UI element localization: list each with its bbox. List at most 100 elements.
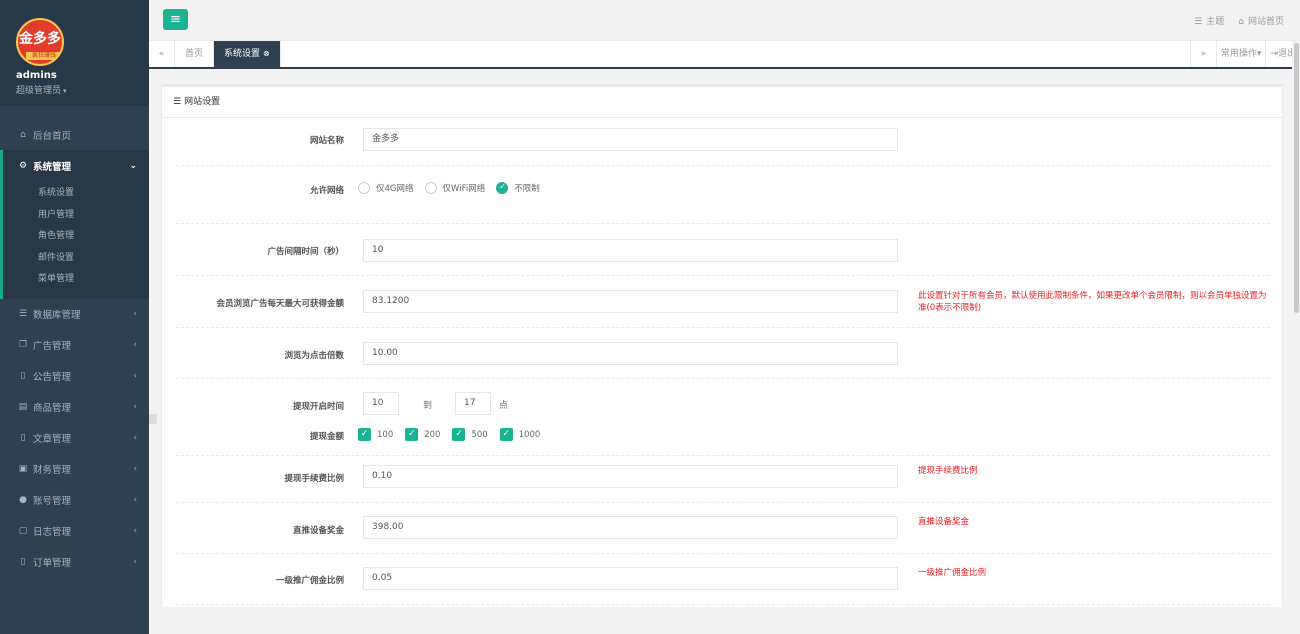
site-name-label: 网站名称: [309, 136, 344, 146]
chevron-left-icon: ‹: [133, 526, 137, 536]
commission-input[interactable]: 0.05: [363, 567, 898, 590]
ad-interval-label: 广告间隔时间（秒）: [267, 247, 344, 257]
tab-home-label: 首页: [185, 49, 204, 59]
sidebar-subnav: 系统设置 用户管理 角色管理 邮件设置 菜单管理: [3, 181, 149, 299]
tab-system-settings[interactable]: 系统设置 ⊗: [214, 41, 281, 67]
network-radio-wifi[interactable]: 仅WiFi网络: [424, 182, 485, 194]
withdraw-amount-checkbox-1000[interactable]: ✓ 1000: [499, 428, 541, 441]
max-earn-input[interactable]: 83.1200: [363, 290, 898, 313]
scrollbar-thumb[interactable]: [1294, 43, 1299, 313]
sidebar-group-system: ⚙ 系统管理 ⌄ 系统设置 用户管理 角色管理 邮件设置 菜单管理: [0, 150, 149, 299]
sidebar-subitem-menus[interactable]: 菜单管理: [3, 269, 149, 291]
list-icon: ☰: [173, 97, 182, 107]
sidebar-item-label: 商品管理: [33, 403, 72, 414]
sidebar-item-label: 文章管理: [33, 434, 72, 445]
chevron-left-icon: ‹: [133, 340, 137, 350]
sidebar-item-label: 账号管理: [33, 496, 72, 507]
calendar-icon: ▢: [18, 526, 28, 536]
sidebar-item-label: 公告管理: [33, 372, 72, 383]
user-role-dropdown[interactable]: 超级管理员 ▾: [16, 83, 149, 96]
checkbox-label: 1000: [518, 429, 541, 440]
sidebar-item-logs[interactable]: ▢ 日志管理 ‹: [0, 516, 149, 547]
page-scrollbar[interactable]: [1292, 41, 1300, 607]
logo-band: 疯狂赚钱: [26, 52, 62, 60]
form-row-commission: 一级推广佣金比例 0.05 一级推广佣金比例: [176, 554, 1270, 605]
sidebar-item-label: 系统管理: [33, 161, 72, 173]
home-icon: ⌂: [20, 129, 26, 140]
sidebar-item-label: 订单管理: [33, 558, 72, 569]
max-earn-hint: 此设置针对于所有会员，默认使用此限制条件，如果更改单个会员限制，则以会员单独设置…: [918, 291, 1267, 313]
form-row-click-multiple: 浏览为点击倍数 10.00: [176, 328, 1270, 379]
form-row-withdraw: 提现开启时间 10 到 17 点 提现金额 ✓ 100 ✓ 200 ✓ 500 ✓ 10…: [176, 379, 1270, 456]
tab-home[interactable]: 首页: [175, 41, 215, 67]
sidebar-item-system[interactable]: ⚙ 系统管理 ⌄: [3, 150, 149, 181]
sidebar-item-orders[interactable]: ▯ 订单管理 ‹: [0, 547, 149, 578]
sidebar-item-goods[interactable]: ▤ 商品管理 ‹: [0, 392, 149, 423]
archive-icon: ▤: [18, 402, 28, 412]
avatar[interactable]: 金多多 疯狂赚钱: [16, 18, 64, 66]
chevron-left-icon: ‹: [133, 557, 137, 567]
common-ops-label: 常用操作: [1220, 49, 1257, 59]
checkbox-checked-icon: ✓: [405, 428, 419, 441]
sidebar-item-database[interactable]: ☰ 数据库管理 ‹: [0, 299, 149, 330]
fee-ratio-input[interactable]: 0.10: [363, 465, 898, 488]
checkbox-label: 500: [471, 429, 488, 440]
withdraw-amount-checkbox-100[interactable]: ✓ 100: [358, 428, 393, 441]
site-home-link[interactable]: ⌂ 网站首页: [1238, 14, 1284, 27]
tab-scroll-left-button[interactable]: «: [149, 41, 175, 67]
withdraw-to-text: 到: [423, 401, 433, 411]
sidebar-subitem-mail[interactable]: 邮件设置: [3, 248, 149, 270]
sign-out-icon: ⇥: [1270, 49, 1278, 59]
withdraw-amount-checkbox-500[interactable]: ✓ 500: [452, 428, 488, 441]
sidebar-item-notice[interactable]: ▯ 公告管理 ‹: [0, 361, 149, 392]
topbar: ≡ ☰ 主题 ⌂ 网站首页: [149, 0, 1300, 41]
sidebar-resize-handle[interactable]: [149, 414, 157, 424]
sidebar-item-ads[interactable]: ❐ 广告管理 ‹: [0, 330, 149, 361]
file-icon: ▯: [20, 371, 26, 381]
sidebar-subitem-roles[interactable]: 角色管理: [3, 226, 149, 248]
click-multiple-input[interactable]: 10.00: [363, 342, 898, 365]
form-row-ad-interval: 广告间隔时间（秒） 10: [176, 224, 1270, 276]
chevron-left-icon: ‹: [133, 433, 137, 443]
withdraw-end-input[interactable]: 17: [455, 392, 491, 415]
caret-down-icon: ▾: [63, 87, 67, 95]
ad-interval-input[interactable]: 10: [363, 239, 898, 262]
radio-label: 仅4G网络: [376, 184, 414, 194]
common-ops-dropdown[interactable]: 常用操作▾: [1215, 41, 1266, 67]
network-radio-4g[interactable]: 仅4G网络: [358, 182, 414, 194]
forward-icon: »: [1200, 49, 1207, 59]
withdraw-amount-checkbox-200[interactable]: ✓ 200: [405, 428, 440, 441]
withdraw-amount-group: ✓ 100 ✓ 200 ✓ 500 ✓ 1000: [358, 428, 540, 441]
checkbox-checked-icon: ✓: [452, 428, 466, 441]
theme-link[interactable]: ☰ 主题: [1194, 14, 1224, 27]
checkbox-label: 100: [377, 429, 394, 440]
sidebar-subitem-system-settings[interactable]: 系统设置: [3, 183, 149, 205]
sidebar-item-articles[interactable]: ▯ 文章管理 ‹: [0, 423, 149, 454]
radio-circle-checked: [496, 182, 509, 194]
user-name: admins: [16, 70, 57, 81]
tab-bar-right: » 常用操作▾ ⇥退出: [1189, 41, 1300, 67]
withdraw-start-input[interactable]: 10: [363, 392, 399, 415]
topbar-actions: ☰ 主题 ⌂ 网站首页: [1194, 14, 1284, 27]
sidebar-item-label: 后台首页: [33, 130, 72, 142]
close-icon[interactable]: ⊗: [263, 49, 270, 58]
sidebar-item-label: 日志管理: [33, 527, 72, 538]
sidebar-item-home[interactable]: ⌂ 后台首页: [0, 119, 149, 150]
backward-icon: «: [158, 49, 165, 59]
sidebar: 金多多 疯狂赚钱 admins 超级管理员 ▾ ⌂ 后台首页 ⚙ 系统管理 ⌄ 系…: [0, 0, 149, 634]
sidebar-item-finance[interactable]: ▣ 财务管理 ‹: [0, 454, 149, 485]
sidebar-item-accounts[interactable]: ● 账号管理 ‹: [0, 485, 149, 516]
device-bonus-hint: 直推设备奖金: [918, 517, 970, 527]
network-radio-unlimited[interactable]: 不限制: [496, 182, 540, 194]
fee-ratio-hint: 提现手续费比例: [918, 466, 978, 476]
commission-label: 一级推广佣金比例: [275, 576, 344, 586]
form-row-fee-ratio: 提现手续费比例 0.10 提现手续费比例: [176, 456, 1270, 503]
commission-hint: 一级推广佣金比例: [918, 568, 987, 578]
sidebar-subitem-users[interactable]: 用户管理: [3, 205, 149, 227]
file-icon: ▯: [20, 433, 26, 443]
profile: 金多多 疯狂赚钱 admins 超级管理员 ▾: [0, 0, 149, 106]
sidebar-toggle-button[interactable]: ≡: [163, 9, 188, 30]
device-bonus-input[interactable]: 398.00: [363, 516, 898, 539]
tab-scroll-right-button[interactable]: »: [1189, 41, 1216, 67]
site-name-input[interactable]: 金多多: [363, 128, 898, 151]
